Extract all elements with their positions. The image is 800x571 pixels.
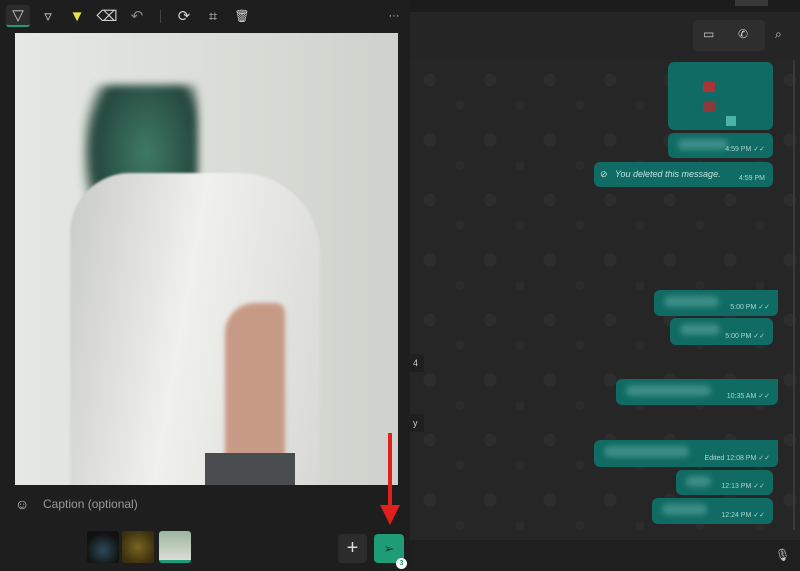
thumbnail-2[interactable] bbox=[122, 531, 154, 563]
message-time: 5:00 PM ✓✓ bbox=[730, 304, 770, 311]
message-time: 4:59 PM ✓✓ bbox=[725, 146, 765, 153]
send-count-badge: 3 bbox=[396, 558, 407, 569]
red-arrow-annotation bbox=[388, 433, 392, 508]
media-editor: ▽ ▿ ▼ ⌫ ↶ ⟳ ⌗ 🗑 ··· ☺ Caption (optional)… bbox=[0, 0, 410, 571]
photo-back bbox=[225, 303, 285, 463]
date-chip: 4 bbox=[410, 354, 424, 372]
caption-bar: ☺ Caption (optional) bbox=[0, 485, 410, 525]
pen-icon[interactable]: ▿ bbox=[36, 5, 60, 27]
message-bubble[interactable]: Edited 12:08 PM ✓✓ bbox=[594, 440, 778, 467]
thumbnail-1[interactable] bbox=[87, 531, 119, 563]
phone-call-icon[interactable]: ✆ bbox=[738, 27, 748, 41]
deleted-text: You deleted this message. bbox=[615, 169, 721, 179]
emoji-icon[interactable]: ☺ bbox=[15, 496, 29, 512]
highlighter-icon[interactable]: ▼ bbox=[65, 5, 89, 27]
message-time: 5:00 PM ✓✓ bbox=[725, 333, 765, 340]
image-message[interactable] bbox=[668, 62, 773, 130]
pen-thin-icon[interactable]: ▽ bbox=[6, 5, 30, 27]
delete-icon[interactable]: 🗑 bbox=[230, 5, 254, 27]
message-bubble[interactable]: 12:13 PM ✓✓ bbox=[676, 470, 773, 495]
image-preview[interactable] bbox=[15, 33, 398, 485]
rotate-icon[interactable]: ⟳ bbox=[172, 5, 196, 27]
message-time: 12:13 PM ✓✓ bbox=[721, 483, 765, 490]
search-icon[interactable]: ⌕ bbox=[775, 27, 782, 42]
deleted-message[interactable]: ⊘ You deleted this message. 4:59 PM bbox=[594, 162, 773, 187]
photo-pants bbox=[205, 453, 295, 485]
message-time: 4:59 PM bbox=[738, 175, 765, 182]
title-strip bbox=[410, 0, 800, 12]
compose-bar: 🎙 bbox=[410, 540, 800, 571]
message-bubble[interactable]: 10:35 AM ✓✓ bbox=[616, 379, 778, 405]
add-media-button[interactable]: + bbox=[338, 534, 367, 563]
message-time: Edited 12:08 PM ✓✓ bbox=[704, 455, 770, 462]
message-bubble[interactable]: 4:59 PM ✓✓ bbox=[668, 133, 773, 158]
eraser-icon[interactable]: ⌫ bbox=[95, 5, 119, 27]
caption-input[interactable]: Caption (optional) bbox=[43, 497, 138, 511]
crop-icon[interactable]: ⌗ bbox=[201, 5, 225, 27]
message-bubble[interactable]: 5:00 PM ✓✓ bbox=[670, 318, 773, 345]
more-icon[interactable]: ··· bbox=[382, 5, 406, 27]
chat-header: ▭ ✆ ⌕ bbox=[410, 12, 800, 60]
chat-panel: ▭ ✆ ⌕ 4 y 4:59 PM ✓✓ ⊘ You deleted this … bbox=[410, 0, 800, 571]
call-buttons: ▭ ✆ bbox=[693, 20, 765, 51]
thumbnail-3-selected[interactable] bbox=[159, 531, 191, 563]
video-call-icon[interactable]: ▭ bbox=[703, 27, 714, 41]
red-arrow-head bbox=[380, 505, 400, 525]
toolbar-divider bbox=[160, 10, 161, 23]
message-bubble[interactable]: 12:24 PM ✓✓ bbox=[652, 498, 773, 524]
message-time: 12:24 PM ✓✓ bbox=[721, 512, 765, 519]
scrollbar[interactable] bbox=[793, 60, 795, 530]
message-bubble[interactable]: 5:00 PM ✓✓ bbox=[654, 290, 778, 316]
undo-icon[interactable]: ↶ bbox=[125, 5, 149, 27]
microphone-icon[interactable]: 🎙 bbox=[775, 548, 790, 562]
blocked-icon: ⊘ bbox=[600, 169, 608, 179]
date-chip: y bbox=[410, 414, 424, 432]
message-time: 10:35 AM ✓✓ bbox=[726, 393, 770, 400]
editor-toolbar: ▽ ▿ ▼ ⌫ ↶ ⟳ ⌗ 🗑 ··· bbox=[0, 0, 410, 33]
